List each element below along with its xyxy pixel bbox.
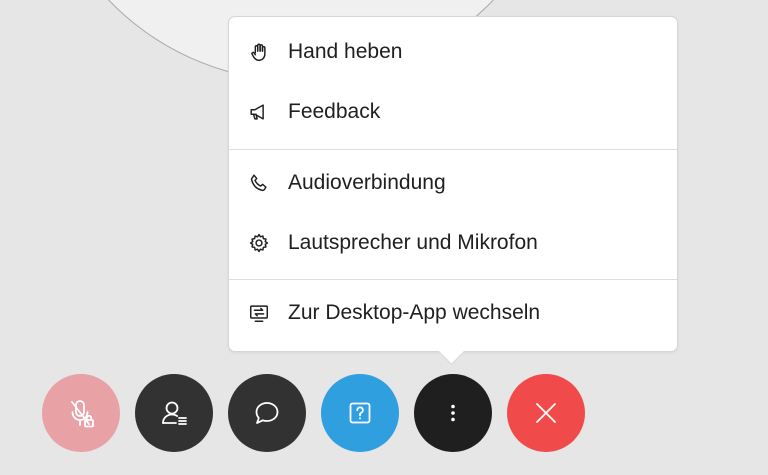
participants-button[interactable] — [135, 374, 213, 452]
more-options-button[interactable] — [414, 374, 492, 452]
meeting-stage: Hand heben Feedback Audioverbindung Laut… — [0, 0, 768, 475]
qa-button[interactable] — [321, 374, 399, 452]
more-vertical-icon — [451, 404, 455, 422]
menu-divider — [229, 149, 677, 150]
desktop-switch-icon — [246, 300, 272, 326]
menu-item-label: Zur Desktop-App wechseln — [288, 301, 541, 324]
chat-button[interactable] — [228, 374, 306, 452]
raise-hand-icon — [246, 39, 272, 65]
menu-item-label: Feedback — [288, 100, 381, 123]
phone-icon — [246, 170, 272, 196]
question-mark-icon — [349, 402, 371, 424]
megaphone-icon — [246, 99, 272, 125]
menu-item-switch-desktop-app[interactable]: Zur Desktop-App wechseln — [229, 285, 677, 341]
menu-item-speaker-microphone[interactable]: Lautsprecher und Mikrofon — [229, 215, 677, 271]
menu-item-raise-hand[interactable]: Hand heben — [229, 24, 677, 80]
menu-item-label: Lautsprecher und Mikrofon — [288, 231, 538, 254]
mute-button[interactable] — [42, 374, 120, 452]
participants-icon — [162, 401, 187, 425]
leave-meeting-button[interactable] — [507, 374, 585, 452]
chat-bubble-icon — [255, 402, 279, 424]
menu-item-feedback[interactable]: Feedback — [229, 84, 677, 140]
microphone-muted-locked-icon — [71, 400, 94, 428]
gear-icon — [246, 230, 272, 256]
menu-item-label: Audioverbindung — [288, 171, 446, 194]
close-icon — [536, 403, 556, 423]
menu-item-audio-connection[interactable]: Audioverbindung — [229, 155, 677, 211]
more-options-menu: Hand heben Feedback Audioverbindung Laut… — [228, 16, 678, 352]
menu-divider — [229, 279, 677, 280]
menu-item-label: Hand heben — [288, 40, 403, 63]
